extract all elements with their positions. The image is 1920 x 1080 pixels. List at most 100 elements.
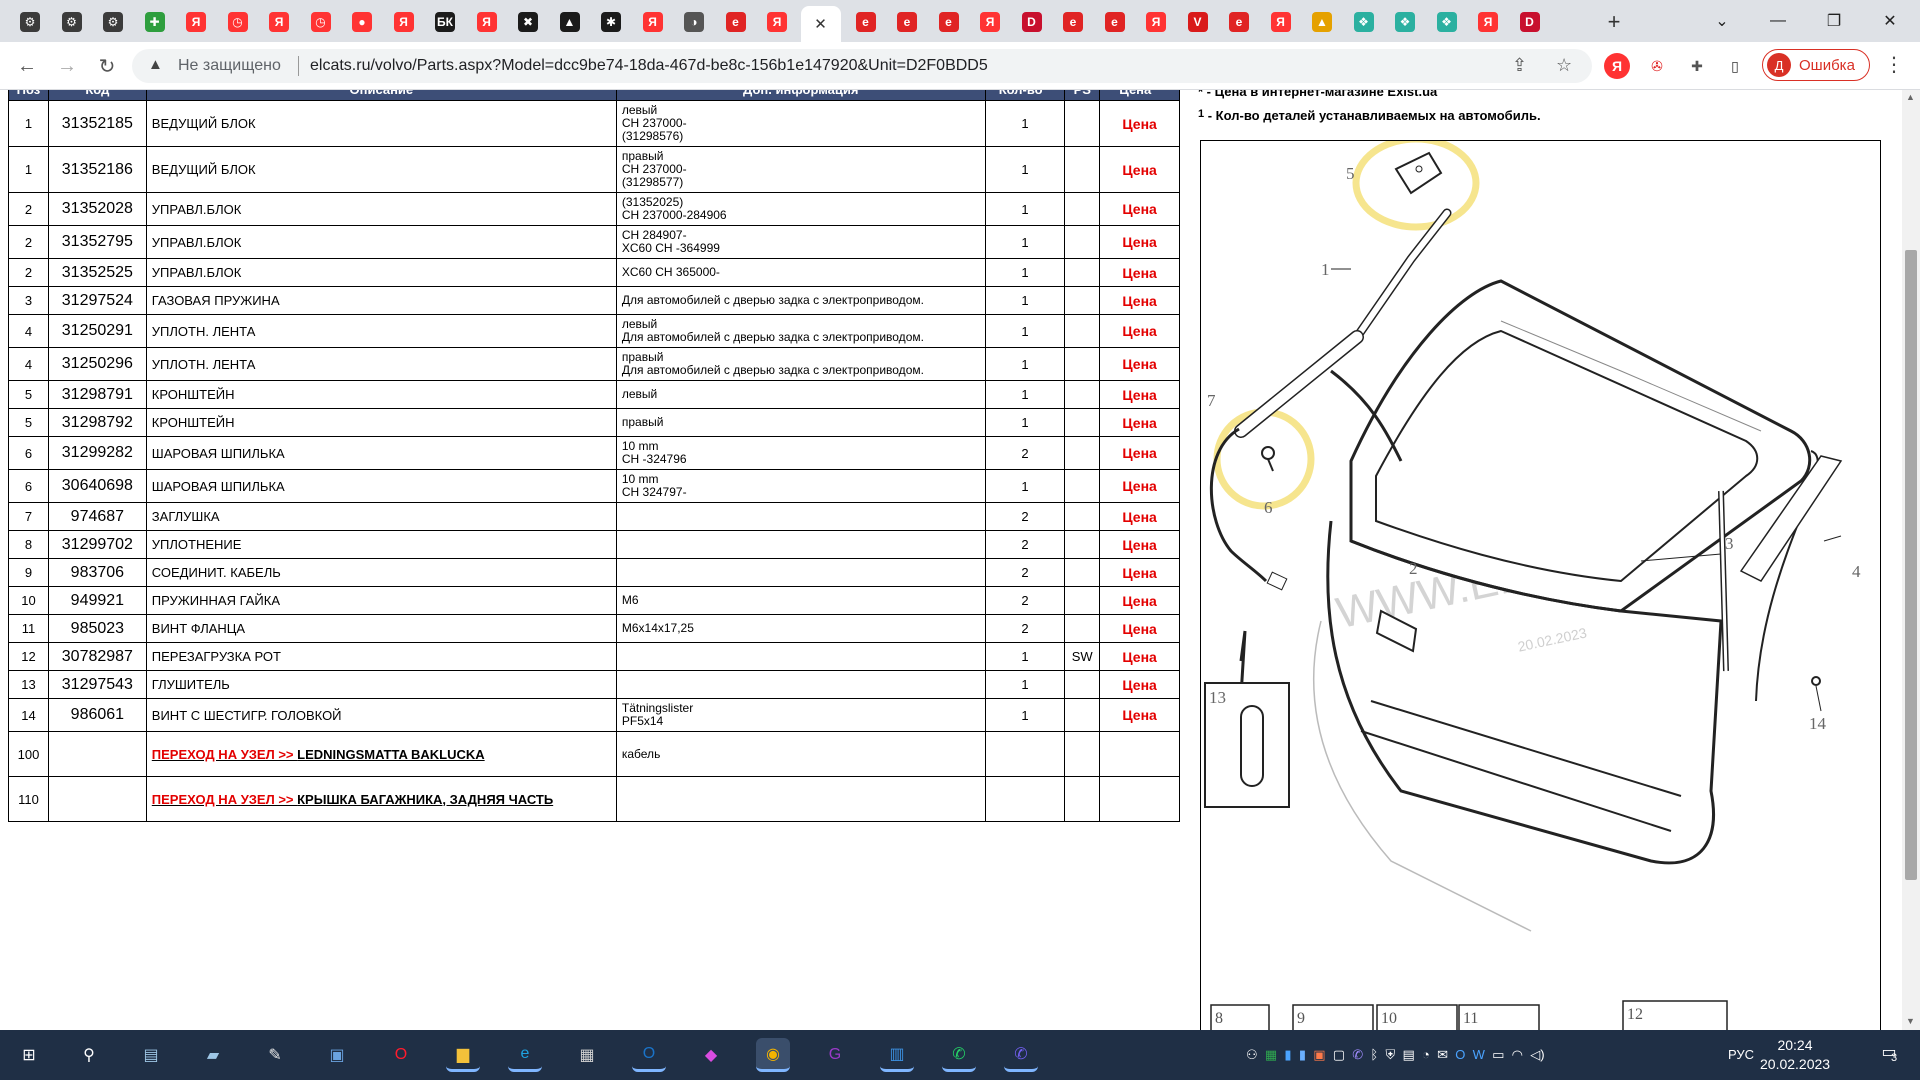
price-link[interactable]: Цена: [1099, 698, 1180, 732]
part-code[interactable]: 31352186: [47, 146, 147, 193]
tab[interactable]: ◷: [303, 6, 339, 38]
tab[interactable]: Я: [261, 6, 297, 38]
edge-icon[interactable]: e: [508, 1038, 542, 1072]
outlook-tray-icon[interactable]: O: [1455, 1047, 1465, 1062]
search-icon[interactable]: ⚲: [72, 1038, 106, 1072]
close-window-button[interactable]: ✕: [1862, 0, 1918, 42]
tray-app-icon[interactable]: W: [1473, 1047, 1485, 1062]
share-icon[interactable]: ⇪: [1512, 55, 1527, 76]
side-panel-icon[interactable]: ▯: [1722, 53, 1748, 79]
tab[interactable]: Я: [386, 6, 422, 38]
price-link[interactable]: Цена: [1099, 436, 1180, 470]
part-code[interactable]: 974687: [47, 502, 147, 531]
tab[interactable]: ⚙: [54, 6, 90, 38]
part-code[interactable]: 983706: [47, 558, 147, 587]
maximize-button[interactable]: ❐: [1806, 0, 1862, 42]
volume-icon[interactable]: ◁): [1530, 1047, 1544, 1062]
part-code[interactable]: 31297524: [47, 286, 147, 315]
price-link[interactable]: Цена: [1099, 347, 1180, 381]
tab[interactable]: ⚙: [95, 6, 131, 38]
tab[interactable]: ◷: [220, 6, 256, 38]
tab[interactable]: ▲: [1304, 6, 1340, 38]
close-tab-icon[interactable]: ✕: [814, 15, 827, 33]
price-link[interactable]: Цена: [1099, 314, 1180, 348]
node-link[interactable]: ПЕРЕХОД НА УЗЕЛ >> LEDNINGSMATTA BAKLUCK…: [152, 747, 485, 762]
security-label[interactable]: Не защищено: [178, 57, 281, 75]
warning-icon[interactable]: ▲: [148, 56, 163, 73]
price-link[interactable]: Цена: [1099, 469, 1180, 503]
price-link[interactable]: Цена: [1099, 408, 1180, 437]
price-link[interactable]: Цена: [1099, 225, 1180, 259]
part-code[interactable]: 986061: [47, 698, 147, 732]
shield-icon[interactable]: ⛨: [1385, 1047, 1395, 1062]
reload-button[interactable]: ↻: [92, 52, 122, 80]
bluetooth-icon[interactable]: ᛒ: [1370, 1047, 1378, 1062]
tab[interactable]: ✚: [137, 6, 173, 38]
scrollbar-thumb[interactable]: [1905, 250, 1917, 880]
menu-icon[interactable]: ⋮: [1884, 52, 1904, 77]
tab[interactable]: Я: [178, 6, 214, 38]
scanner-icon[interactable]: ▰: [196, 1038, 230, 1072]
price-link[interactable]: Цена: [1099, 642, 1180, 671]
tab[interactable]: ❖: [1429, 6, 1465, 38]
tab[interactable]: ◑: [676, 6, 712, 38]
forward-button[interactable]: →: [52, 52, 82, 80]
opera-icon[interactable]: O: [384, 1038, 418, 1072]
tray-icons[interactable]: ⚇ ▦ ▮ ▮ ▣ ▢ ✆ ᛒ ⛨ ▤ ◔ ✉ O W ▭ ◠ ◁): [1246, 1047, 1545, 1063]
tray-app-icon[interactable]: ▮: [1299, 1047, 1306, 1062]
url-text[interactable]: elcats.ru/volvo/Parts.aspx?Model=dcc9be7…: [310, 57, 988, 75]
battery-icon[interactable]: ▭: [1492, 1047, 1504, 1062]
part-code[interactable]: 31299282: [47, 436, 147, 470]
price-link[interactable]: Цена: [1099, 586, 1180, 615]
tab[interactable]: Я: [972, 6, 1008, 38]
tab[interactable]: Я: [635, 6, 671, 38]
minimize-button[interactable]: —: [1750, 0, 1806, 42]
tab[interactable]: e: [848, 6, 884, 38]
part-code[interactable]: 31299702: [47, 530, 147, 559]
part-code[interactable]: 31250291: [47, 314, 147, 348]
part-code[interactable]: 30640698: [47, 469, 147, 503]
system-clock[interactable]: 20:24 20.02.2023: [1760, 1036, 1830, 1074]
calculator-icon[interactable]: ▦: [570, 1038, 604, 1072]
pdf-icon[interactable]: G: [818, 1038, 852, 1072]
tray-app-icon[interactable]: ▢: [1333, 1047, 1345, 1062]
tab[interactable]: V: [1180, 6, 1216, 38]
wifi-icon[interactable]: ◠: [1512, 1047, 1523, 1062]
part-code[interactable]: 31352028: [47, 192, 147, 226]
outlook-icon[interactable]: O: [632, 1038, 666, 1072]
tab[interactable]: e: [1221, 6, 1257, 38]
part-code[interactable]: 31352185: [47, 100, 147, 147]
tab[interactable]: e: [718, 6, 754, 38]
tray-app-icon[interactable]: ▣: [1313, 1047, 1325, 1062]
chrome-icon[interactable]: ◉: [756, 1038, 790, 1072]
tab[interactable]: ✱: [593, 6, 629, 38]
price-link[interactable]: Цена: [1099, 614, 1180, 643]
price-link[interactable]: Цена: [1099, 558, 1180, 587]
price-link[interactable]: Цена: [1099, 100, 1180, 147]
speedometer-icon[interactable]: ◔: [1422, 1047, 1430, 1062]
price-link[interactable]: Цена: [1099, 286, 1180, 315]
new-tab-button[interactable]: +: [1600, 8, 1628, 36]
tab[interactable]: ▲: [552, 6, 588, 38]
part-code[interactable]: 31352525: [47, 258, 147, 287]
tab[interactable]: e: [1055, 6, 1091, 38]
bookmark-star-icon[interactable]: ☆: [1556, 55, 1572, 76]
tab-search-icon[interactable]: ⌄: [1694, 0, 1750, 42]
tab[interactable]: Я: [1263, 6, 1299, 38]
parts-diagram[interactable]: WWW.ELCATS.RU 20.02.2023: [1200, 140, 1881, 1030]
vertical-scrollbar[interactable]: ▲ ▼: [1902, 90, 1920, 1030]
scroll-up-icon[interactable]: ▲: [1906, 92, 1915, 102]
part-code[interactable]: 30782987: [47, 642, 147, 671]
price-link[interactable]: Цена: [1099, 380, 1180, 409]
price-link[interactable]: Цена: [1099, 146, 1180, 193]
tab[interactable]: ❖: [1346, 6, 1382, 38]
whatsapp-icon[interactable]: ✆: [942, 1038, 976, 1072]
price-link[interactable]: Цена: [1099, 258, 1180, 287]
price-link[interactable]: Цена: [1099, 192, 1180, 226]
viber-icon[interactable]: ✆: [1004, 1038, 1038, 1072]
tab-active[interactable]: e✕: [800, 6, 841, 42]
excel-icon[interactable]: ▦: [1265, 1047, 1277, 1062]
price-link[interactable]: Цена: [1099, 670, 1180, 699]
folder-icon[interactable]: ▆: [446, 1038, 480, 1072]
back-button[interactable]: ←: [12, 52, 42, 80]
